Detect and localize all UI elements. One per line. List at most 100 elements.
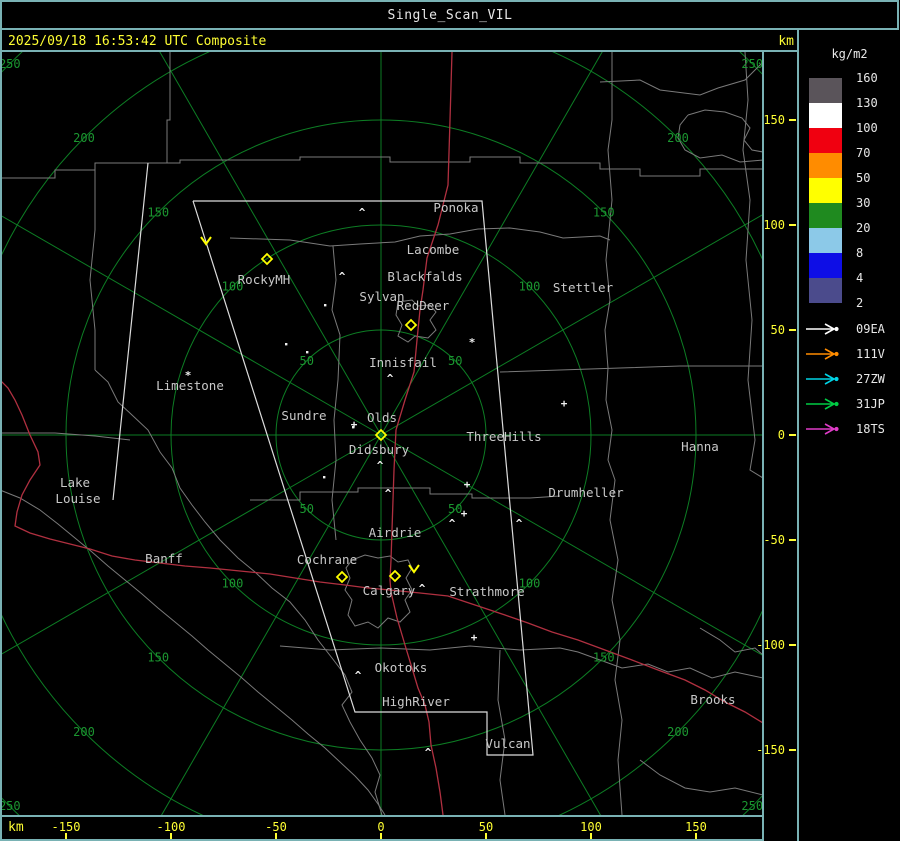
station-arrow-icon — [806, 323, 839, 335]
city-label: Lake — [60, 475, 90, 490]
legend-scale-label: 20 — [856, 221, 871, 235]
legend-scale-label: 4 — [856, 271, 864, 285]
station-id-label: 31JP — [856, 397, 885, 411]
legend-color-swatch — [809, 103, 842, 128]
right-axis-tick — [789, 434, 796, 436]
right-axis-label: -150 — [756, 743, 785, 757]
city-label: Blackfalds — [387, 269, 462, 284]
station-arrow-icon — [806, 373, 839, 385]
city-label: Okotoks — [375, 660, 428, 675]
city-label: HighRiver — [382, 694, 450, 709]
bottom-axis-tick — [170, 833, 172, 839]
city-label: RockyMH — [238, 272, 291, 287]
town-marker: * — [185, 369, 192, 382]
ring-range-label: 150 — [593, 651, 615, 665]
town-marker: * — [469, 336, 476, 349]
bottom-axis-label: 50 — [479, 820, 493, 834]
city-label: ThreeHills — [466, 429, 541, 444]
bottom-axis-label: -50 — [265, 820, 287, 834]
legend-color-swatch — [809, 78, 842, 103]
right-axis-tick — [789, 539, 796, 541]
city-label: Calgary — [363, 583, 416, 598]
county-boundary — [499, 365, 762, 373]
legend-color-swatch — [809, 228, 842, 253]
city-label: Stettler — [553, 280, 614, 295]
legend-scale-label: 70 — [856, 146, 871, 160]
legend-scale-label: 50 — [856, 171, 871, 185]
right-axis-tick — [789, 329, 796, 331]
city-marker-diamond — [335, 570, 349, 584]
ring-range-label: 200 — [73, 131, 95, 145]
town-marker: + — [471, 631, 478, 644]
city-label: Louise — [55, 491, 100, 506]
city-label: Vulcan — [485, 736, 530, 751]
town-marker: ^ — [449, 517, 456, 530]
station-id-label: 111V — [856, 347, 885, 361]
frame-line — [0, 50, 799, 52]
town-marker: ^ — [359, 206, 366, 219]
county-boundary — [89, 163, 96, 370]
legend-color-swatch — [809, 253, 842, 278]
right-axis-label: 50 — [771, 323, 785, 337]
legend-color-swatch — [809, 128, 842, 153]
station-arrow-icon — [806, 398, 839, 410]
bottom-axis-label: -150 — [52, 820, 81, 834]
legend-color-swatch — [809, 153, 842, 178]
station-id-label: 27ZW — [856, 372, 885, 386]
right-axis-tick — [789, 749, 796, 751]
ring-range-label: 50 — [448, 354, 462, 368]
town-marker: ^ — [385, 487, 392, 500]
right-axis-tick — [789, 119, 796, 121]
ring-range-label: 250 — [741, 799, 763, 813]
right-axis-label: -50 — [763, 533, 785, 547]
station-id-label: 09EA — [856, 322, 885, 336]
legend-unit-label: kg/m2 — [831, 47, 868, 61]
city-label: Ponoka — [433, 200, 478, 215]
city-marker-diamond — [404, 318, 418, 332]
right-axis-label: 0 — [778, 428, 785, 442]
county-boundary — [331, 245, 341, 541]
town-marker-dot — [306, 351, 309, 354]
town-marker-dot — [352, 426, 355, 429]
city-label: Innisfail — [369, 355, 437, 370]
county-boundary — [677, 109, 762, 163]
radial-line — [159, 52, 382, 436]
town-marker-dot — [323, 476, 326, 479]
county-boundary — [279, 645, 762, 679]
ring-range-label: 200 — [73, 725, 95, 739]
city-label: Sundre — [281, 408, 326, 423]
right-axis-tick — [789, 224, 796, 226]
ring-range-label: 250 — [741, 57, 763, 71]
town-marker: ^ — [339, 270, 346, 283]
town-marker-dot — [324, 304, 327, 307]
city-label: Lacombe — [407, 242, 460, 257]
county-boundary — [250, 487, 561, 501]
county-boundary — [599, 62, 762, 96]
bottom-axis-label: -100 — [157, 820, 186, 834]
county-boundary — [497, 649, 506, 815]
county-boundary — [639, 759, 762, 796]
bottom-axis-tick — [275, 833, 277, 839]
coverage-boundary-line — [112, 162, 149, 501]
city-label: Strathmore — [449, 584, 524, 599]
legend-scale-label: 100 — [856, 121, 878, 135]
station-arrow-icon — [806, 423, 839, 435]
frame-line — [0, 28, 899, 30]
right-axis-tick — [789, 644, 796, 646]
city-marker-diamond — [388, 569, 402, 583]
city-label: Drumheller — [548, 485, 624, 500]
ring-range-label: 200 — [667, 131, 689, 145]
bottom-axis-tick — [485, 833, 487, 839]
frame-line — [1, 0, 898, 2]
legend-color-swatch — [809, 178, 842, 203]
city-label: Hanna — [681, 439, 719, 454]
city-label: Brooks — [690, 692, 735, 707]
station-id-label: 18TS — [856, 422, 885, 436]
city-label: Cochrane — [297, 552, 357, 567]
town-marker: ^ — [425, 746, 432, 759]
map-canvas[interactable]: 50 5050 50100 100100 100150 150150 150200 20020… — [0, 0, 900, 841]
town-marker: ^ — [355, 669, 362, 682]
frame-line — [0, 0, 2, 841]
ring-range-label: 100 — [519, 280, 541, 294]
station-arrow-icon — [806, 348, 839, 360]
